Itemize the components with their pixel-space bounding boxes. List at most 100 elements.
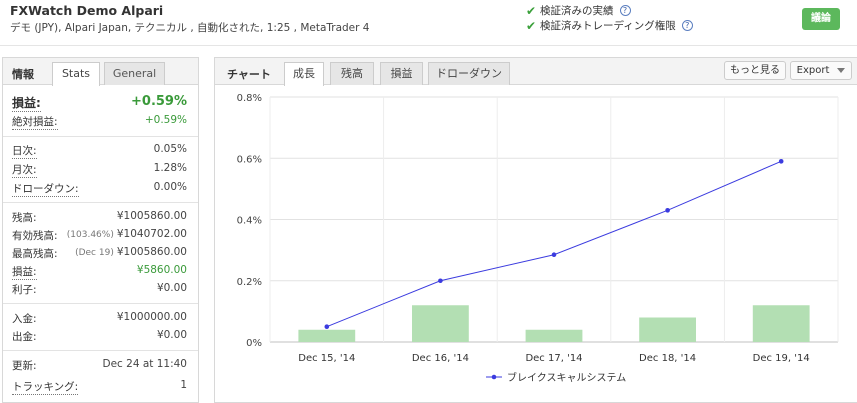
divider <box>3 350 198 351</box>
y-axis: 0% 0.2% 0.4% 0.6% 0.8% <box>237 93 262 349</box>
profit-value: ¥5860.00 <box>136 264 187 276</box>
bar <box>752 305 810 342</box>
stats-tabs: 情報 Stats General <box>3 58 198 86</box>
equity-percent: (103.46%) <box>66 230 114 240</box>
verified-track-record: ✔ 検証済みの実績 ? <box>526 3 631 18</box>
stats-panel: 情報 Stats General 損益: +0.59% 絶対損益: +0.59%… <box>2 57 199 403</box>
divider <box>3 303 198 304</box>
help-icon[interactable]: ? <box>619 5 631 16</box>
y-tick-label: 0% <box>246 338 262 349</box>
y-tick-label: 0.8% <box>237 93 262 104</box>
gain-label: 損益: <box>12 96 41 112</box>
account-title: FXWatch Demo Alpari <box>10 3 164 18</box>
x-tick-label: Dec 17, '14 <box>525 353 582 364</box>
highest-value: ¥1005860.00 <box>116 246 187 258</box>
withdrawals-label: 出金: <box>12 331 37 343</box>
legend-marker <box>491 374 497 380</box>
daily-row: 日次: 0.05% <box>12 143 187 159</box>
tracking-row: トラッキング: 1 <box>12 379 187 395</box>
data-point <box>778 159 784 164</box>
chart-tabs: チャート 成長 残高 損益 ドローダウン もっと見る Export <box>215 58 857 86</box>
verified-track-label: 検証済みの実績 <box>540 5 614 17</box>
updated-value: Dec 24 at 11:40 <box>102 358 187 370</box>
verified-privileges: ✔ 検証済みトレーディング権限 ? <box>526 18 693 33</box>
chevron-down-icon <box>837 67 846 73</box>
drawdown-row: ドローダウン: 0.00% <box>12 181 187 197</box>
bar <box>412 305 469 342</box>
equity-label: 有効残高: <box>12 230 58 242</box>
account-header: FXWatch Demo Alpari デモ (JPY), Alpari Jap… <box>0 0 857 46</box>
tracking-value: 1 <box>180 379 187 391</box>
balance-label: 残高: <box>12 212 37 224</box>
check-icon: ✔ <box>526 18 537 33</box>
gain-row: 損益: +0.59% <box>12 94 187 112</box>
chart-legend: ブレイクスキャルシステム <box>486 371 626 384</box>
bar <box>639 317 696 342</box>
y-tick-label: 0.2% <box>237 277 262 288</box>
profit-label: 損益: <box>12 266 37 280</box>
daily-label: 日次: <box>12 145 37 159</box>
abs-gain-label: 絶対損益: <box>12 116 58 130</box>
divider <box>3 202 198 203</box>
abs-gain-row: 絶対損益: +0.59% <box>12 114 187 130</box>
legend-label: ブレイクスキャルシステム <box>507 371 626 384</box>
tracking-label[interactable]: トラッキング: <box>12 379 79 395</box>
deposits-label: 入金: <box>12 313 37 325</box>
divider <box>3 136 198 137</box>
monthly-value: 1.28% <box>153 162 187 174</box>
highest-value-wrap: (Dec 19) ¥1005860.00 <box>75 246 187 258</box>
highest-date: (Dec 19) <box>75 248 114 258</box>
data-point <box>665 208 670 213</box>
highest-row: 最高残高: (Dec 19) ¥1005860.00 <box>12 246 187 262</box>
bar <box>525 329 583 342</box>
tab-growth[interactable]: 成長 <box>284 62 324 86</box>
monthly-row: 月次: 1.28% <box>12 162 187 178</box>
interest-value: ¥0.00 <box>156 282 187 294</box>
export-label: Export <box>796 65 830 76</box>
updated-label: 更新: <box>12 360 37 372</box>
equity-value-wrap: (103.46%) ¥1040702.00 <box>67 228 187 240</box>
bar <box>298 329 356 342</box>
data-point <box>324 324 330 329</box>
x-tick-label: Dec 15, '14 <box>298 353 355 364</box>
interest-label: 利子: <box>12 284 37 296</box>
tab-profit[interactable]: 損益 <box>380 62 423 85</box>
x-tick-label: Dec 16, '14 <box>412 353 469 364</box>
tab-balance[interactable]: 残高 <box>330 62 374 85</box>
withdrawals-value: ¥0.00 <box>156 329 187 341</box>
data-point <box>551 252 557 258</box>
more-button[interactable]: もっと見る <box>724 61 786 80</box>
chart-label: チャート <box>227 68 271 81</box>
balance-row: 残高: ¥1005860.00 <box>12 210 187 226</box>
help-icon[interactable]: ? <box>681 20 693 31</box>
account-subtitle: デモ (JPY), Alpari Japan, テクニカル , 自動化された, … <box>10 22 370 34</box>
gain-value: +0.59% <box>131 94 187 109</box>
monthly-label: 月次: <box>12 164 37 178</box>
equity-row: 有効残高: (103.46%) ¥1040702.00 <box>12 228 187 244</box>
chart-panel: チャート 成長 残高 損益 ドローダウン もっと見る Export 0% 0.2%… <box>214 57 857 403</box>
growth-chart: 0% 0.2% 0.4% 0.6% 0.8% Dec 15, '14 Dec 16, '1… <box>237 93 839 384</box>
drawdown-value: 0.00% <box>153 181 187 193</box>
check-icon: ✔ <box>526 3 537 18</box>
export-dropdown[interactable]: Export <box>790 61 852 80</box>
tab-general[interactable]: General <box>104 62 165 85</box>
verified-privileges-label: 検証済みトレーディング権限 <box>540 20 676 32</box>
x-tick-label: Dec 18, '14 <box>639 353 696 364</box>
chart-bars <box>298 305 810 342</box>
deposits-row: 入金: ¥1000000.00 <box>12 311 187 327</box>
tab-stats[interactable]: Stats <box>52 62 100 86</box>
interest-row: 利子: ¥0.00 <box>12 282 187 298</box>
x-tick-label: Dec 19, '14 <box>753 353 810 364</box>
data-point <box>438 278 443 284</box>
profit-row: 損益: ¥5860.00 <box>12 264 187 280</box>
daily-value: 0.05% <box>153 143 187 155</box>
updated-row: 更新: Dec 24 at 11:40 <box>12 358 187 374</box>
chart-line <box>324 159 784 329</box>
drawdown-label: ドローダウン: <box>12 183 79 197</box>
tab-drawdown[interactable]: ドローダウン <box>428 62 510 85</box>
discuss-button[interactable]: 議論 <box>802 8 840 30</box>
info-label: 情報 <box>12 68 34 81</box>
y-tick-label: 0.4% <box>237 216 262 227</box>
highest-label: 最高残高: <box>12 248 58 260</box>
deposits-value: ¥1000000.00 <box>116 311 187 323</box>
